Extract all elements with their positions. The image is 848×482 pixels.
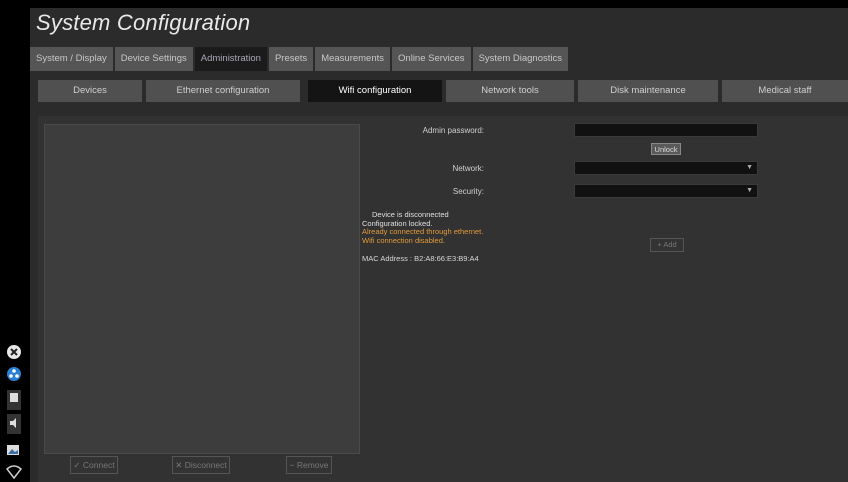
page-title: System Configuration [36, 10, 251, 35]
disconnect-button[interactable]: ✕ Disconnect [172, 456, 230, 474]
network-label: Network: [452, 164, 484, 173]
admin-password-field[interactable] [574, 123, 758, 137]
connect-button[interactable]: ✓ Connect [70, 456, 118, 474]
subtab-medical-staff[interactable]: Medical staff [722, 80, 848, 102]
mac-address: MAC Address : B2:A8:66:E3:B9:A4 [362, 254, 479, 263]
tab-system-diagnostics[interactable]: System Diagnostics [472, 47, 568, 71]
subtab-ethernet-configuration[interactable]: Ethernet configuration [146, 80, 300, 102]
remove-button[interactable]: − Remove [286, 456, 332, 474]
main-tabs: System / Display Device Settings Adminis… [30, 47, 568, 71]
add-button[interactable]: + Add [650, 238, 684, 252]
unlock-button[interactable]: Unlock [651, 143, 681, 155]
subtab-disk-maintenance[interactable]: Disk maintenance [578, 80, 718, 102]
subtab-devices[interactable]: Devices [38, 80, 142, 102]
connection-status: Device is disconnected Configuration loc… [362, 210, 483, 245]
subtab-wifi-configuration[interactable]: Wifi configuration [308, 80, 442, 102]
image-icon[interactable] [6, 442, 22, 458]
tab-presets[interactable]: Presets [268, 47, 314, 71]
admin-password-label: Admin password: [422, 126, 484, 135]
tab-online-services[interactable]: Online Services [392, 47, 471, 71]
tab-device-settings[interactable]: Device Settings [114, 47, 193, 71]
network-circle-icon[interactable] [6, 366, 22, 382]
chevron-down-icon: ▼ [746, 187, 753, 194]
wifi-icon[interactable] [6, 464, 22, 480]
subtab-network-tools[interactable]: Network tools [446, 80, 574, 102]
document-icon[interactable] [6, 390, 22, 410]
network-select[interactable]: ▼ [574, 161, 758, 175]
security-label: Security: [452, 187, 484, 196]
tab-measurements[interactable]: Measurements [315, 47, 391, 71]
status-line-wifi-disabled: Wifi connection disabled. [362, 235, 445, 245]
chevron-down-icon: ▼ [746, 164, 753, 171]
security-select[interactable]: ▼ [574, 184, 758, 198]
tab-administration[interactable]: Administration [194, 47, 267, 71]
close-circle-icon[interactable] [6, 344, 22, 360]
speaker-icon[interactable] [6, 414, 22, 434]
tab-system-display[interactable]: System / Display [30, 47, 113, 71]
wifi-network-list[interactable] [44, 124, 360, 454]
